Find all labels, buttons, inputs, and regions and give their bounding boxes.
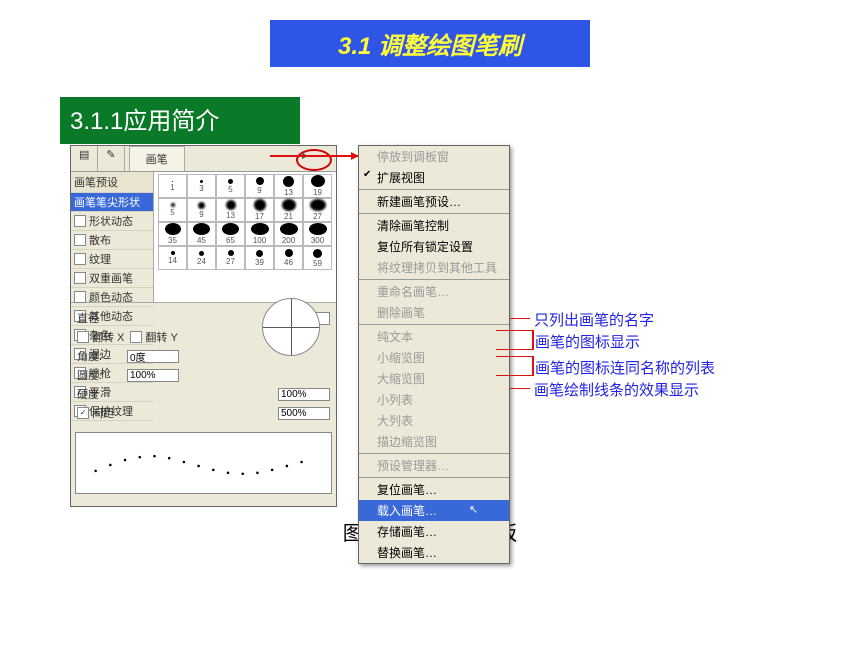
brush-cell[interactable]: 100 — [245, 222, 274, 246]
menu-item[interactable]: 删除画笔 — [359, 302, 509, 323]
brush-cell[interactable]: 13 — [274, 174, 303, 198]
bracket-list — [496, 356, 534, 376]
brush-cell[interactable]: 9 — [245, 174, 274, 198]
brush-icon[interactable]: ✎ — [98, 146, 124, 171]
panel-body: 画笔预设 画笔笔尖形状 形状动态 散布 纹理 双重画笔 颜色动态 其他动态 杂色… — [71, 172, 336, 302]
bracket-thumbnail — [496, 330, 534, 350]
brush-cell[interactable]: 27 — [216, 246, 245, 270]
brush-cell[interactable]: 21 — [274, 198, 303, 222]
option-color-dynamics[interactable]: 颜色动态 — [71, 288, 153, 307]
title-banner: 3.1 调整绘图笔刷 — [270, 20, 590, 67]
subtitle-banner: 3.1.1应用简介 — [60, 97, 300, 144]
brush-cell[interactable]: 13 — [216, 198, 245, 222]
hardness-input[interactable] — [278, 388, 330, 401]
hardness-label: 硬度 — [77, 386, 127, 402]
option-dual-brush[interactable]: 双重画笔 — [71, 269, 153, 288]
brush-cell[interactable]: 9 — [187, 198, 216, 222]
spacing-label: 间距 — [92, 405, 142, 421]
menu-item[interactable]: 清除画笔控制 — [359, 215, 509, 236]
flip-y-check[interactable] — [130, 331, 142, 343]
menu-item[interactable]: 小缩览图 — [359, 347, 509, 368]
flyout-menu-button[interactable] — [296, 149, 332, 171]
flip-x-check[interactable] — [77, 331, 89, 343]
menu-item[interactable]: 大列表 — [359, 410, 509, 431]
doc-icon[interactable]: ▤ — [71, 146, 98, 171]
menu-item[interactable]: 将纹理拷贝到其他工具 — [359, 257, 509, 278]
brush-cell[interactable]: 200 — [274, 222, 303, 246]
brush-cell[interactable]: 24 — [187, 246, 216, 270]
anno-line-1 — [510, 318, 530, 319]
tab-brush[interactable]: 画笔 — [129, 146, 185, 171]
angle-widget[interactable] — [262, 298, 320, 356]
option-tip-shape[interactable]: 画笔笔尖形状 — [71, 193, 153, 212]
menu-item[interactable]: 描边缩览图 — [359, 431, 509, 452]
menu-item[interactable]: 停放到调板窗 — [359, 146, 509, 167]
menu-item[interactable]: 复位所有锁定设置 — [359, 236, 509, 257]
diameter-label: 直径 — [77, 310, 127, 326]
option-list: 画笔预设 画笔笔尖形状 形状动态 散布 纹理 双重画笔 颜色动态 其他动态 杂色… — [71, 172, 154, 302]
roundness-label: 圆度: — [77, 367, 127, 383]
content-area: ▤ ✎ 画笔 画笔预设 画笔笔尖形状 形状动态 散布 纹理 双重画笔 颜色动态 … — [70, 145, 790, 515]
anno-text-2: 画笔的图标显示 — [535, 331, 640, 352]
menu-item[interactable]: 复位画笔… — [359, 479, 509, 500]
brush-cell[interactable]: 39 — [245, 246, 274, 270]
menu-item[interactable]: 大缩览图 — [359, 368, 509, 389]
menu-item[interactable]: 纯文本 — [359, 326, 509, 347]
spacing-check[interactable]: ✓ — [77, 407, 89, 419]
panel-tabs: ▤ ✎ 画笔 — [71, 146, 336, 172]
brush-cell[interactable]: 14 — [158, 246, 187, 270]
stroke-preview — [75, 432, 332, 494]
menu-item[interactable]: 小列表 — [359, 389, 509, 410]
brush-cell[interactable]: 27 — [303, 198, 332, 222]
option-texture[interactable]: 纹理 — [71, 250, 153, 269]
brush-cell[interactable]: 35 — [158, 222, 187, 246]
brush-cell[interactable]: 45 — [187, 222, 216, 246]
brush-cell[interactable]: 5 — [216, 174, 245, 198]
angle-label: 角度: — [77, 348, 127, 364]
option-scattering[interactable]: 散布 — [71, 231, 153, 250]
brush-cell[interactable]: 19 — [303, 174, 332, 198]
spacing-input[interactable] — [278, 407, 330, 420]
flyout-menu: 停放到调板窗扩展视图新建画笔预设… 清除画笔控制复位所有锁定设置将纹理拷贝到其他工… — [358, 145, 510, 564]
brush-panel: ▤ ✎ 画笔 画笔预设 画笔笔尖形状 形状动态 散布 纹理 双重画笔 颜色动态 … — [70, 145, 337, 507]
brush-cell[interactable]: 59 — [303, 246, 332, 270]
menu-item[interactable]: 重命名画笔… — [359, 281, 509, 302]
roundness-input[interactable] — [127, 369, 179, 382]
anno-text-1: 只列出画笔的名字 — [534, 309, 654, 330]
brush-cell[interactable]: 5 — [158, 198, 187, 222]
option-shape-dynamics[interactable]: 形状动态 — [71, 212, 153, 231]
brush-cell[interactable]: 46 — [274, 246, 303, 270]
angle-input[interactable] — [127, 350, 179, 363]
brush-grid[interactable]: 13591319 5913172127 354565100200300 1424… — [154, 172, 336, 302]
tab-brush-label: 画笔 — [138, 149, 176, 169]
menu-item[interactable]: 新建画笔预设… — [359, 191, 509, 212]
menu-item[interactable]: 存储画笔… — [359, 521, 509, 542]
brush-cell[interactable]: 65 — [216, 222, 245, 246]
brush-cell[interactable]: 1 — [158, 174, 187, 198]
brush-cell[interactable]: 3 — [187, 174, 216, 198]
anno-line-4 — [510, 388, 530, 389]
brush-cell[interactable]: 300 — [303, 222, 332, 246]
menu-item[interactable]: 替换画笔… — [359, 542, 509, 563]
anno-text-4: 画笔绘制线条的效果显示 — [534, 379, 699, 400]
anno-text-3: 画笔的图标连同名称的列表 — [535, 357, 715, 378]
menu-item[interactable]: 预设管理器… — [359, 455, 509, 476]
menu-item[interactable]: 扩展视图 — [359, 167, 509, 188]
arrow-to-menu — [270, 155, 358, 157]
menu-item[interactable]: 载入画笔…↖ — [359, 500, 509, 521]
brush-cell[interactable]: 17 — [245, 198, 274, 222]
preset-header[interactable]: 画笔预设 — [71, 172, 153, 193]
